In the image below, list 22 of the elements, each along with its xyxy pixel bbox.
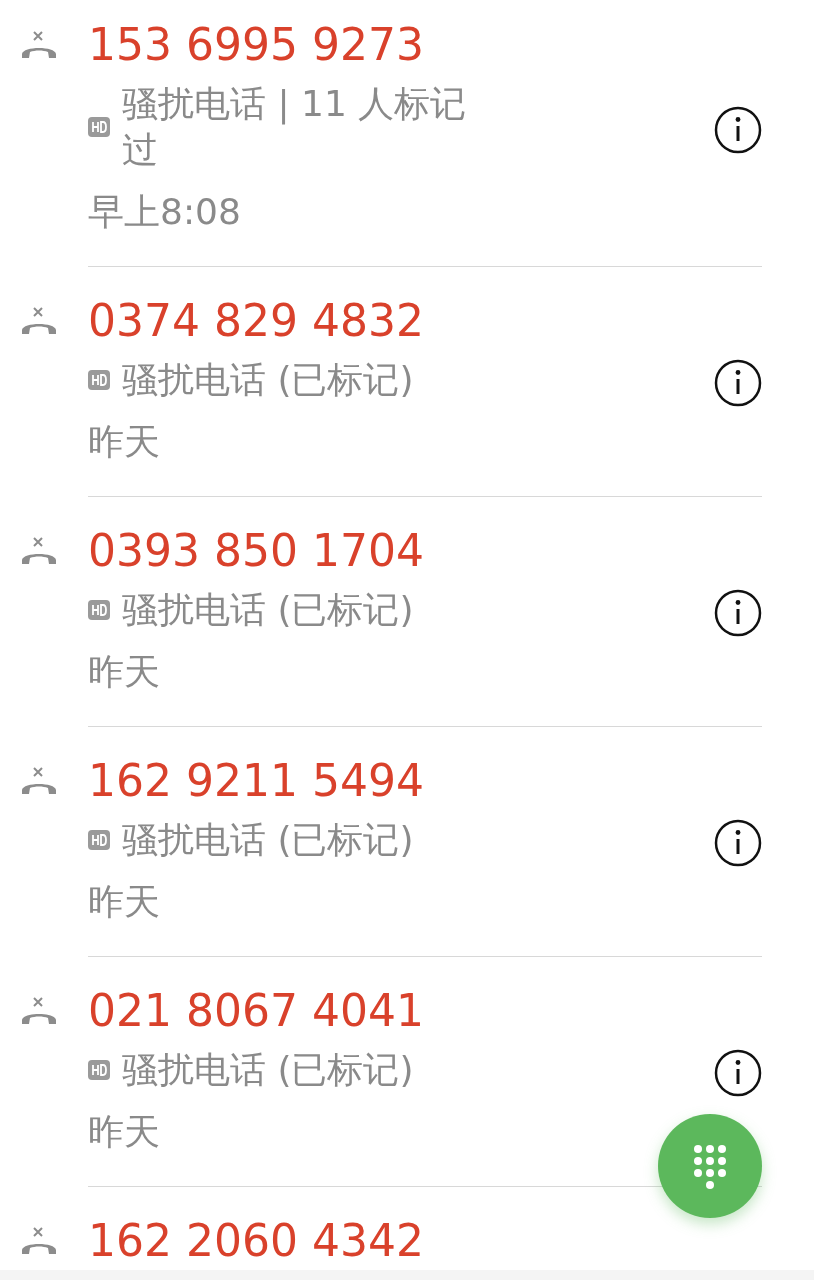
caller-label: 骚扰电话 (已标记)	[122, 588, 414, 632]
info-icon[interactable]	[714, 106, 762, 154]
phone-number: 021 8067 4041	[88, 984, 425, 1038]
dialpad-icon	[692, 1143, 728, 1189]
info-icon[interactable]	[714, 359, 762, 407]
phone-number: 153 6995 9273	[88, 18, 425, 72]
phone-number: 162 9211 5494	[88, 754, 425, 808]
caller-label: 骚扰电话 | 11 人标记过	[122, 82, 467, 172]
call-time: 昨天	[88, 650, 161, 694]
caller-label: 骚扰电话 (已标记)	[122, 1048, 414, 1092]
call-time: 昨天	[88, 1110, 161, 1154]
phone-number: 0393 850 1704	[88, 524, 425, 578]
phone-number: 162 2060 4342	[88, 1214, 425, 1268]
call-time: 昨天	[88, 420, 161, 464]
caller-label: 骚扰电话 (已标记)	[122, 358, 414, 402]
caller-label: 骚扰电话 (已标记)	[122, 818, 414, 862]
call-time: 早上8:08	[88, 190, 242, 234]
phone-number: 0374 829 4832	[88, 294, 425, 348]
info-icon[interactable]	[714, 819, 762, 867]
info-icon[interactable]	[714, 1049, 762, 1097]
call-time: 昨天	[88, 880, 161, 924]
info-icon[interactable]	[714, 589, 762, 637]
